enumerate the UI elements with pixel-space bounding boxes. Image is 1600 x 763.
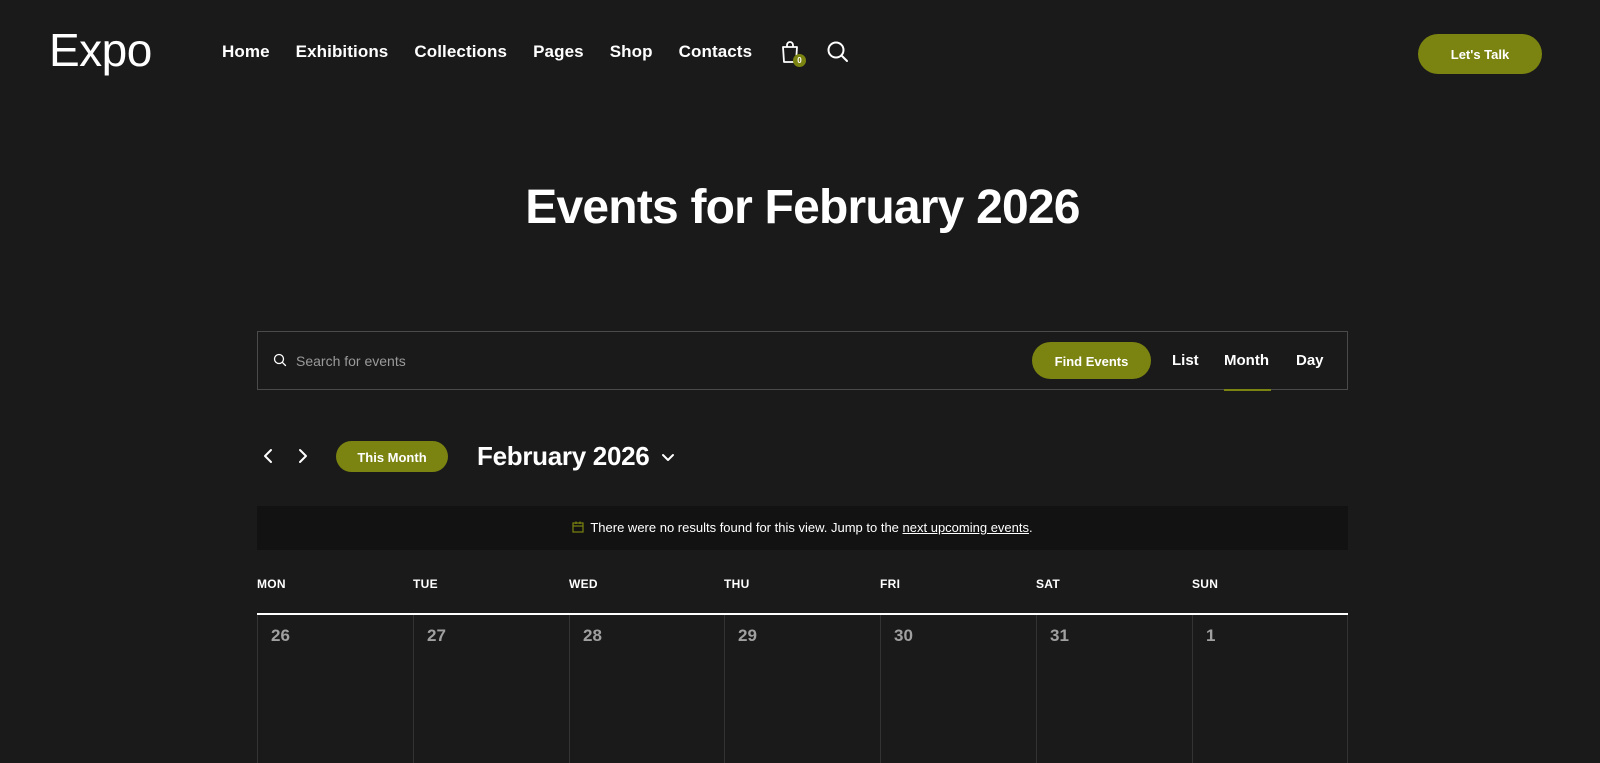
weekday-tue: TUE bbox=[413, 577, 438, 591]
weekday-mon: MON bbox=[257, 577, 286, 591]
day-cell[interactable]: 26 bbox=[257, 615, 413, 763]
day-number: 29 bbox=[738, 626, 757, 645]
day-number: 27 bbox=[427, 626, 446, 645]
day-number: 1 bbox=[1206, 626, 1216, 645]
next-upcoming-events-link[interactable]: next upcoming events bbox=[903, 520, 1029, 535]
month-picker[interactable]: February 2026 bbox=[477, 438, 675, 474]
previous-month-button[interactable] bbox=[260, 446, 276, 466]
notice-text: There were no results found for this vie… bbox=[590, 520, 899, 535]
lets-talk-button[interactable]: Let's Talk bbox=[1418, 34, 1542, 74]
this-month-button[interactable]: This Month bbox=[336, 441, 448, 472]
nav-exhibitions[interactable]: Exhibitions bbox=[296, 40, 389, 64]
weekday-thu: THU bbox=[724, 577, 750, 591]
no-results-notice: There were no results found for this vie… bbox=[257, 506, 1348, 550]
cart-count-badge: 0 bbox=[793, 54, 806, 67]
day-number: 28 bbox=[583, 626, 602, 645]
tab-list-view[interactable]: List bbox=[1172, 350, 1199, 372]
chevron-left-icon bbox=[264, 449, 272, 463]
chevron-right-icon bbox=[299, 449, 307, 463]
site-header: Expo Home Exhibitions Collections Pages … bbox=[0, 0, 1600, 106]
day-cell[interactable]: 27 bbox=[413, 615, 569, 763]
day-cell[interactable]: 31 bbox=[1036, 615, 1192, 763]
header-search-button[interactable] bbox=[826, 40, 852, 66]
cart-button[interactable]: 0 bbox=[780, 40, 806, 68]
weekday-sat: SAT bbox=[1036, 577, 1061, 591]
day-number: 31 bbox=[1050, 626, 1069, 645]
events-search-input[interactable] bbox=[294, 346, 944, 376]
day-number: 26 bbox=[271, 626, 290, 645]
find-events-button[interactable]: Find Events bbox=[1032, 342, 1151, 379]
nav-shop[interactable]: Shop bbox=[610, 40, 653, 64]
weekday-sun: SUN bbox=[1192, 577, 1219, 591]
day-cell[interactable]: 28 bbox=[569, 615, 725, 763]
weekday-wed: WED bbox=[569, 577, 598, 591]
calendar-icon bbox=[572, 521, 584, 533]
nav-home[interactable]: Home bbox=[222, 40, 270, 64]
day-number: 30 bbox=[894, 626, 913, 645]
nav-contacts[interactable]: Contacts bbox=[679, 40, 753, 64]
nav-collections[interactable]: Collections bbox=[414, 40, 507, 64]
tab-day-view[interactable]: Day bbox=[1296, 350, 1324, 372]
day-cell[interactable]: 1 bbox=[1192, 615, 1348, 763]
events-search-bar: Find Events List Month Day bbox=[257, 331, 1348, 391]
current-month-label: February 2026 bbox=[477, 441, 650, 471]
site-logo[interactable]: Expo bbox=[49, 22, 152, 78]
main-nav: Home Exhibitions Collections Pages Shop … bbox=[222, 40, 778, 64]
day-cell[interactable]: 29 bbox=[724, 615, 880, 763]
search-icon bbox=[273, 353, 287, 367]
weekday-fri: FRI bbox=[880, 577, 901, 591]
chevron-down-icon bbox=[662, 454, 675, 461]
active-view-indicator bbox=[1224, 389, 1271, 391]
nav-pages[interactable]: Pages bbox=[533, 40, 584, 64]
tab-month-view[interactable]: Month bbox=[1224, 350, 1269, 372]
search-icon bbox=[827, 41, 848, 62]
notice-suffix: . bbox=[1029, 520, 1033, 535]
page-title: Events for February 2026 bbox=[525, 181, 1080, 234]
next-month-button[interactable] bbox=[295, 446, 311, 466]
day-cell[interactable]: 30 bbox=[880, 615, 1036, 763]
